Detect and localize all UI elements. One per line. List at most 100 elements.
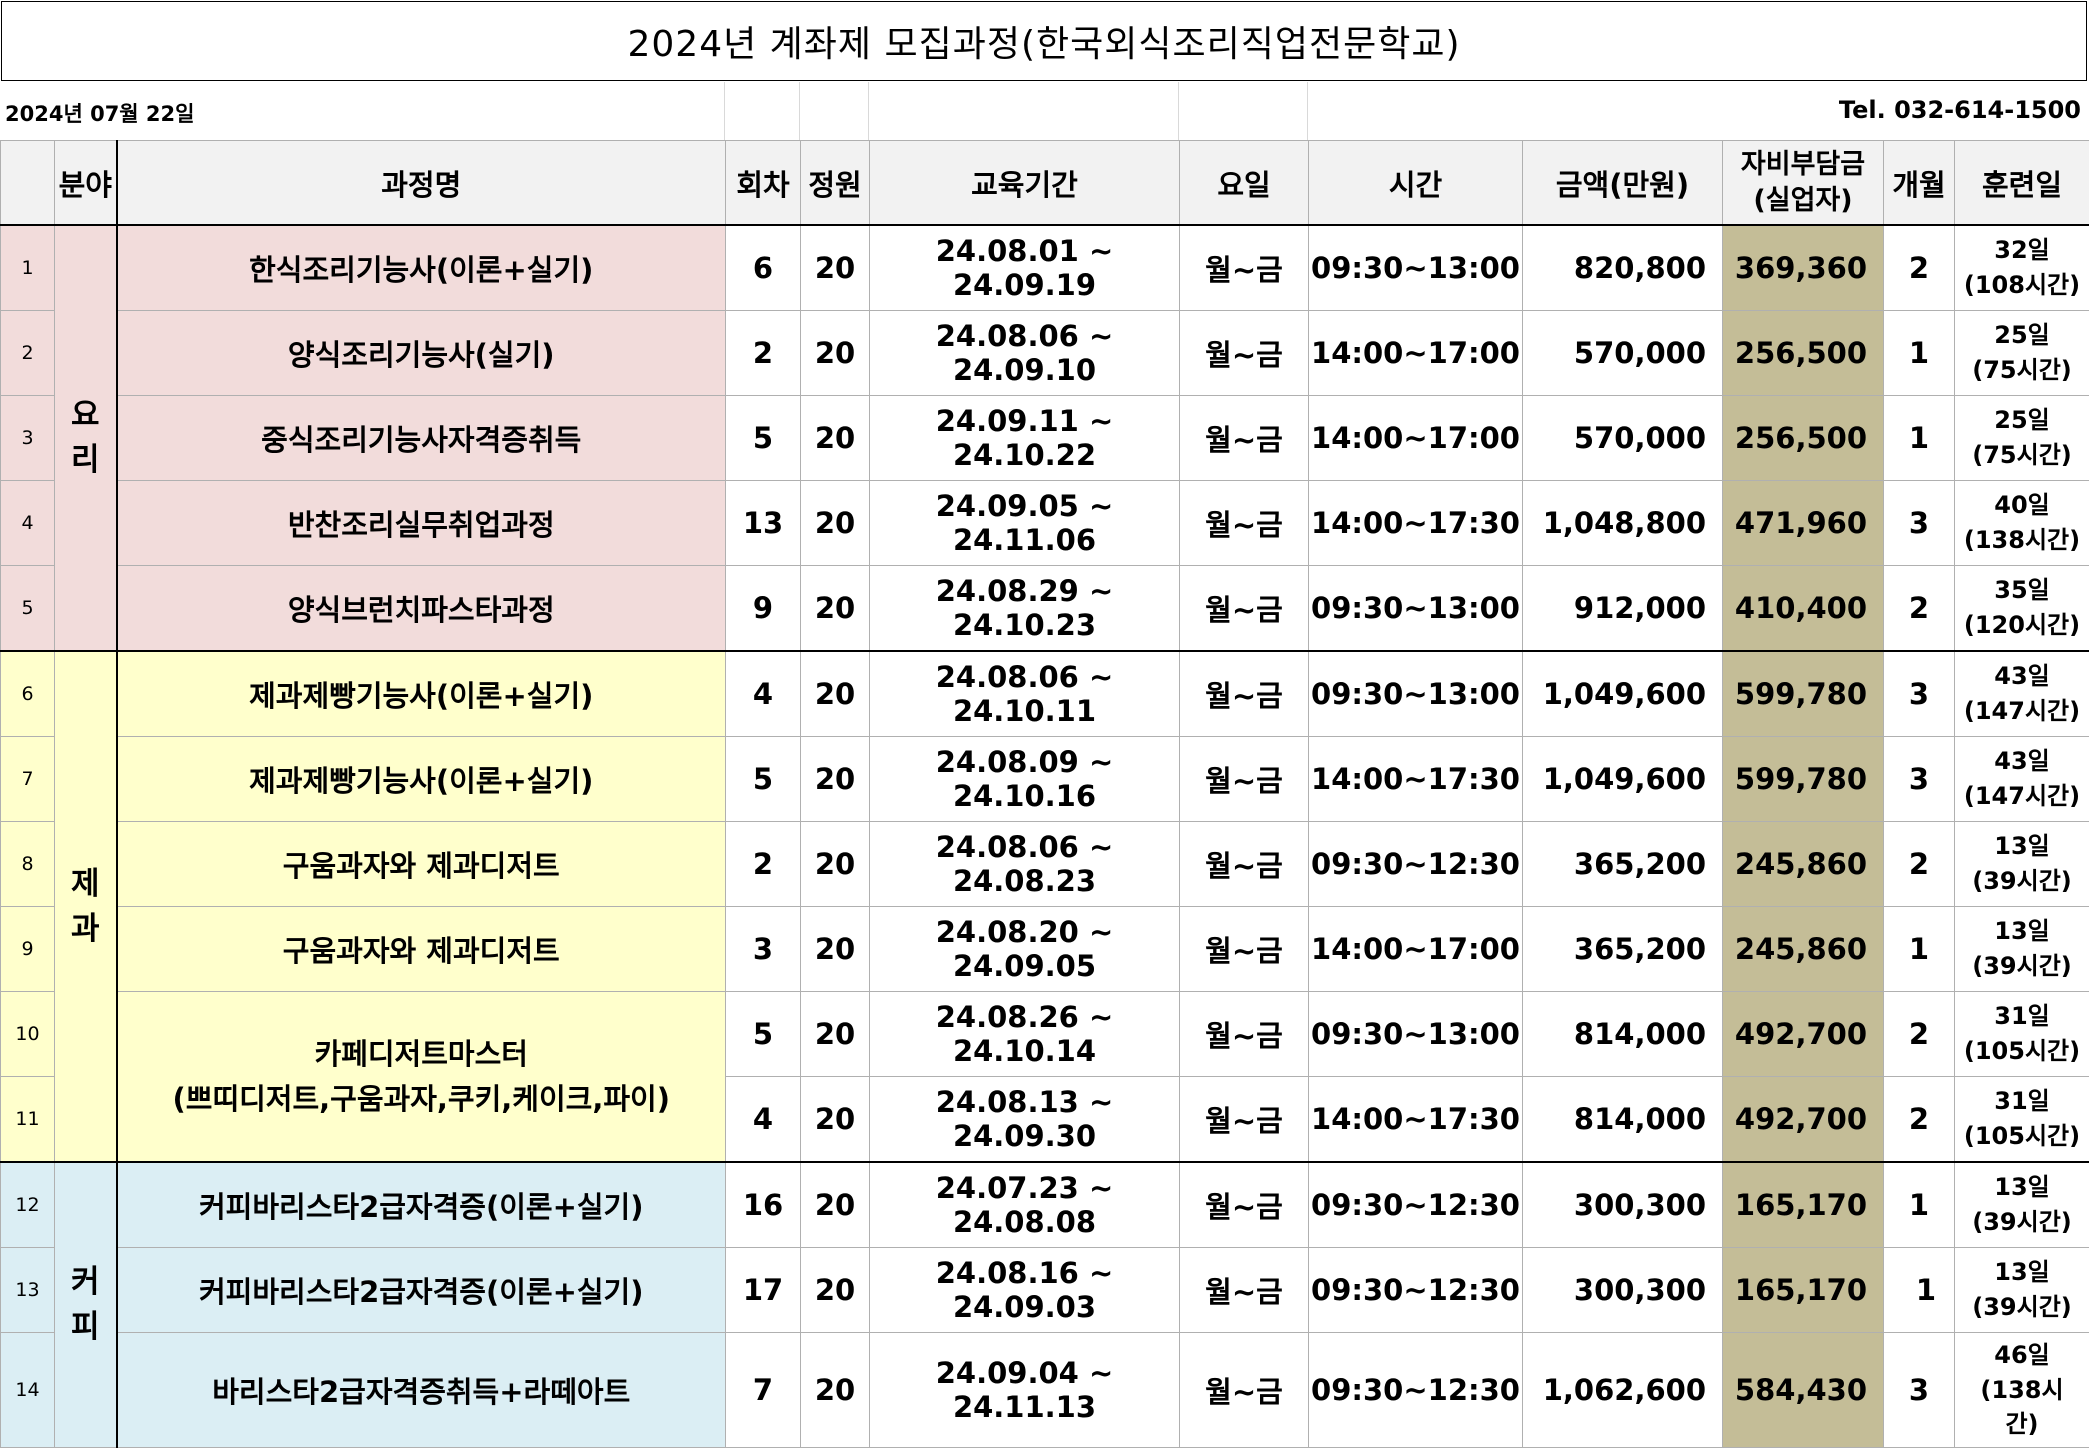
- days: 13일: [1994, 917, 2050, 946]
- course-name: 구움과자와 제과디저트: [116, 906, 726, 992]
- category-char: 커: [70, 1264, 100, 1301]
- amount: 1,049,600: [1522, 736, 1723, 822]
- course-name: 양식브런치파스타과정: [116, 565, 726, 652]
- course-name: 구움과자와 제과디저트: [116, 821, 726, 907]
- weekday: 월~금: [1179, 480, 1309, 566]
- weekday: 월~금: [1179, 991, 1309, 1077]
- category-char: 리: [70, 442, 100, 478]
- header-self-pay: 자비부담금 (실업자): [1722, 140, 1884, 226]
- training-days: 13일 (39시간): [1954, 1247, 2089, 1333]
- weekday: 월~금: [1179, 821, 1309, 907]
- time: 09:30~12:30: [1308, 821, 1523, 907]
- row-number: 12: [0, 1161, 55, 1248]
- header-weekday: 요일: [1179, 140, 1309, 226]
- weekday: 월~금: [1179, 1161, 1309, 1248]
- training-days: 43일 (147시간): [1954, 650, 2089, 737]
- time: 09:30~12:30: [1308, 1161, 1523, 1248]
- table-row: 9 구움과자와 제과디저트 3 20 24.08.20 ~ 24.09.05 월…: [0, 906, 2089, 992]
- amount: 570,000: [1522, 395, 1723, 481]
- category-char: 과: [70, 910, 100, 947]
- capacity: 20: [800, 991, 870, 1077]
- months: 2: [1883, 224, 1955, 311]
- row-number: 14: [0, 1332, 55, 1448]
- header-capacity: 정원: [800, 140, 870, 226]
- days: 35일: [1994, 576, 2050, 605]
- months: 1: [1883, 395, 1955, 481]
- category-coffee: 커 피: [54, 1161, 118, 1448]
- time: 14:00~17:30: [1308, 736, 1523, 822]
- self-pay: 599,780: [1722, 650, 1884, 737]
- self-pay: 245,860: [1722, 906, 1884, 992]
- course-name: 양식조리기능사(실기): [116, 310, 726, 396]
- weekday: 월~금: [1179, 1076, 1309, 1163]
- course-name-line2: (쁘띠디저트,구움과자,쿠키,케이크,파이): [172, 1081, 670, 1116]
- row-number: 4: [0, 480, 55, 566]
- days: 43일: [1994, 662, 2050, 691]
- amount: 912,000: [1522, 565, 1723, 652]
- capacity: 20: [800, 1161, 870, 1248]
- period: 24.09.11 ~ 24.10.22: [869, 395, 1180, 481]
- days: 25일: [1994, 321, 2050, 350]
- time: 09:30~13:00: [1308, 991, 1523, 1077]
- months: 1: [1883, 310, 1955, 396]
- table-row: 10 카페디저트마스터 (쁘띠디저트,구움과자,쿠키,케이크,파이) 5 20 …: [0, 991, 2089, 1163]
- grid-line: [1307, 82, 1308, 140]
- header-months: 개월: [1883, 140, 1955, 226]
- spreadsheet: 2024년 계좌제 모집과정(한국외식조리직업전문학교) 2024년 07월 2…: [0, 0, 2089, 1450]
- time: 14:00~17:30: [1308, 1076, 1523, 1163]
- time: 09:30~13:00: [1308, 650, 1523, 737]
- months: 2: [1883, 1076, 1955, 1163]
- weekday: 월~금: [1179, 736, 1309, 822]
- row-number: 5: [0, 565, 55, 652]
- training-days: 32일 (108시간): [1954, 224, 2089, 311]
- hours: (39시간): [1972, 1208, 2072, 1236]
- training-days: 31일 (105시간): [1954, 991, 2089, 1077]
- amount: 365,200: [1522, 821, 1723, 907]
- training-days: 46일 (138시 간): [1954, 1332, 2089, 1448]
- table-row: 5 양식브런치파스타과정 9 20 24.08.29 ~ 24.10.23 월~…: [0, 565, 2089, 652]
- self-pay: 256,500: [1722, 395, 1884, 481]
- info-row: 2024년 07월 22일 Tel. 032-614-1500: [1, 82, 2087, 140]
- row-number: 1: [0, 224, 55, 311]
- amount: 814,000: [1522, 991, 1723, 1077]
- weekday: 월~금: [1179, 224, 1309, 311]
- round: 9: [725, 565, 801, 652]
- period: 24.08.06 ~ 24.08.23: [869, 821, 1180, 907]
- amount: 365,200: [1522, 906, 1723, 992]
- table-row: 1 요 리 한식조리기능사(이론+실기) 6 20 24.08.01 ~ 24.…: [0, 224, 2089, 652]
- months: 1: [1883, 906, 1955, 992]
- grid-line: [799, 82, 800, 140]
- round: 17: [725, 1247, 801, 1333]
- self-pay: 410,400: [1722, 565, 1884, 652]
- time: 09:30~12:30: [1308, 1332, 1523, 1448]
- header-row: 분야 과정명 회차 정원 교육기간 요일 시간 금액(만원) 자비부담금 (실업…: [0, 140, 2089, 226]
- header-period: 교육기간: [869, 140, 1180, 226]
- days: 13일: [1994, 832, 2050, 861]
- days: 32일: [1994, 236, 2050, 265]
- training-days: 13일 (39시간): [1954, 821, 2089, 907]
- period: 24.08.06 ~ 24.09.10: [869, 310, 1180, 396]
- period: 24.08.29 ~ 24.10.23: [869, 565, 1180, 652]
- amount: 814,000: [1522, 1076, 1723, 1163]
- page-title: 2024년 계좌제 모집과정(한국외식조리직업전문학교): [1, 1, 2087, 81]
- header-amount: 금액(만원): [1522, 140, 1723, 226]
- months: 2: [1883, 991, 1955, 1077]
- months: 2: [1883, 821, 1955, 907]
- period: 24.08.20 ~ 24.09.05: [869, 906, 1180, 992]
- capacity: 20: [800, 821, 870, 907]
- self-pay: 492,700: [1722, 991, 1884, 1077]
- period: 24.08.01 ~ 24.09.19: [869, 224, 1180, 311]
- course-table: 분야 과정명 회차 정원 교육기간 요일 시간 금액(만원) 자비부담금 (실업…: [0, 140, 2089, 1448]
- time: 14:00~17:30: [1308, 480, 1523, 566]
- time: 09:30~13:00: [1308, 565, 1523, 652]
- row-number: 2: [0, 310, 55, 396]
- months: 3: [1883, 480, 1955, 566]
- days: 43일: [1994, 747, 2050, 776]
- header-time: 시간: [1308, 140, 1523, 226]
- weekday: 월~금: [1179, 565, 1309, 652]
- amount: 1,062,600: [1522, 1332, 1723, 1448]
- header-training-days: 훈련일: [1954, 140, 2089, 226]
- table-row: 3 중식조리기능사자격증취득 5 20 24.09.11 ~ 24.10.22 …: [0, 395, 2089, 481]
- time: 09:30~13:00: [1308, 224, 1523, 311]
- table-row: 2 양식조리기능사(실기) 2 20 24.08.06 ~ 24.09.10 월…: [0, 310, 2089, 396]
